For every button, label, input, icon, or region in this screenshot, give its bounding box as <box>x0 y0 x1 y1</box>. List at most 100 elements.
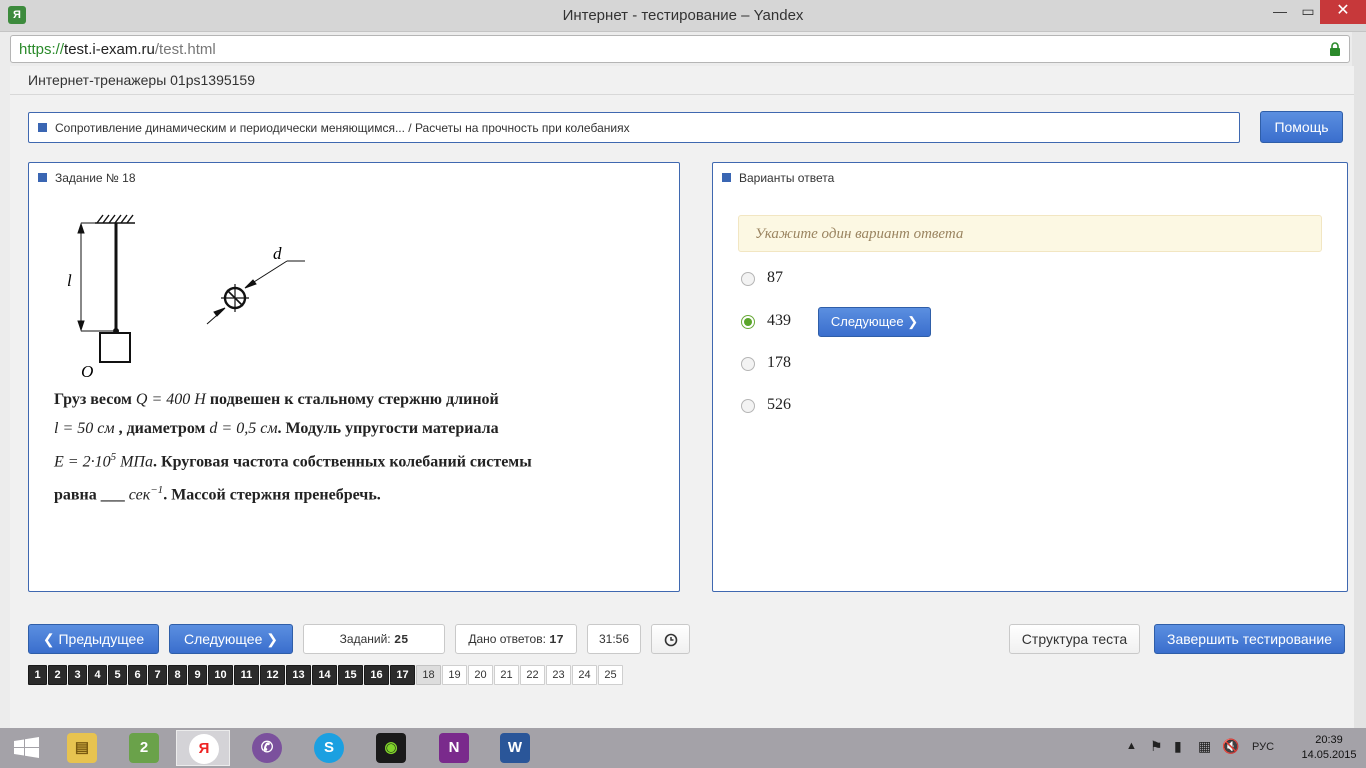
page-number-button[interactable]: 15 <box>338 665 363 685</box>
task-title: Задание № 18 <box>38 171 136 185</box>
finish-test-button[interactable]: Завершить тестирование <box>1154 624 1345 654</box>
minimize-icon[interactable]: — <box>1266 0 1294 24</box>
lock-icon <box>1330 42 1340 56</box>
square-bullet-icon <box>38 173 47 182</box>
page-number-button[interactable]: 7 <box>148 665 167 685</box>
answer-value: 526 <box>767 396 791 413</box>
network-icon[interactable]: ▦ <box>1198 738 1211 768</box>
page-number-button[interactable]: 3 <box>68 665 87 685</box>
problem-line-3: E = 2·105 МПа. Круговая частота собствен… <box>54 451 532 471</box>
page-number-button[interactable]: 23 <box>546 665 571 685</box>
window-title: Интернет - тестирование – Yandex <box>562 7 804 24</box>
page-number-button[interactable]: 8 <box>168 665 187 685</box>
timer: 31:56 <box>587 624 641 654</box>
prev-button[interactable]: ❮ Предыдущее <box>28 624 159 654</box>
maximize-icon[interactable]: ▭ <box>1294 0 1322 24</box>
next-inline-button[interactable]: Следующее ❯ <box>818 307 931 337</box>
page-number-button[interactable]: 12 <box>260 665 285 685</box>
radio-button[interactable] <box>741 399 755 413</box>
page-number-button[interactable]: 9 <box>188 665 207 685</box>
page-number-button[interactable]: 16 <box>364 665 389 685</box>
page-number-button[interactable]: 6 <box>128 665 147 685</box>
page-number-button[interactable]: 20 <box>468 665 493 685</box>
2gis-icon[interactable]: 2 <box>117 730 171 766</box>
answer-value: 87 <box>767 269 783 286</box>
page-content: Интернет-тренажеры 01ps1395159 Сопротивл… <box>10 66 1354 728</box>
viber-icon[interactable]: ✆ <box>240 730 294 766</box>
help-button[interactable]: Помощь <box>1260 111 1343 143</box>
word-icon[interactable]: W <box>488 730 542 766</box>
skype-icon[interactable]: S <box>302 730 356 766</box>
page-number-button[interactable]: 17 <box>390 665 415 685</box>
answers-panel: Варианты ответа Укажите один вариант отв… <box>712 162 1348 592</box>
galaxy-icon[interactable]: ◉ <box>364 730 418 766</box>
clock-button[interactable] <box>651 624 690 654</box>
address-bar: https://test.i-exam.ru/test.html <box>0 32 1366 66</box>
page-number-button[interactable]: 10 <box>208 665 233 685</box>
radio-button[interactable] <box>741 357 755 371</box>
label-Q: Q <box>81 362 93 377</box>
task-panel: Задание № 18 l Q d Груз весом Q = 400 Н … <box>28 162 680 592</box>
problem-line-1: Груз весом Q = 400 Н подвешен к стальном… <box>54 391 499 408</box>
trainer-label: Интернет-тренажеры 01ps1395159 <box>28 72 256 88</box>
answers-title: Варианты ответа <box>722 171 834 185</box>
page-number-button[interactable]: 5 <box>108 665 127 685</box>
page-number-button[interactable]: 11 <box>234 665 259 685</box>
url-input[interactable]: https://test.i-exam.ru/test.html <box>10 35 1350 63</box>
test-structure-button[interactable]: Структура теста <box>1009 624 1140 654</box>
close-icon[interactable]: ✕ <box>1320 0 1366 24</box>
chevron-left-icon: ❮ <box>42 631 55 647</box>
next-button[interactable]: Следующее ❯ <box>169 624 293 654</box>
page-number-button[interactable]: 4 <box>88 665 107 685</box>
problem-line-2: l = 50 см , диаметром d = 0,5 см. Модуль… <box>54 420 499 437</box>
task-figure: l Q d <box>67 214 305 377</box>
tray-chevron-up-icon[interactable]: ▲ <box>1126 740 1137 768</box>
page-scrollbar[interactable] <box>1352 32 1366 732</box>
page-number-button[interactable]: 25 <box>598 665 623 685</box>
breadcrumb: Сопротивление динамическим и периодическ… <box>28 112 1240 143</box>
chevron-right-icon: ❯ <box>266 631 278 647</box>
tasks-count: Заданий: 25 <box>303 624 445 654</box>
divider <box>10 94 1354 95</box>
page-number-button[interactable]: 13 <box>286 665 311 685</box>
taskbar: ▤ 2 Я ✆ S ◉ N W ▲ ⚑ ▮ ▦ 🔇 РУС 20:39 14.0… <box>0 728 1366 768</box>
page-number-button[interactable]: 2 <box>48 665 67 685</box>
window-titlebar: Я Интернет - тестирование – Yandex — ▭ ✕ <box>0 0 1366 32</box>
power-icon[interactable]: ▮ <box>1174 738 1182 768</box>
label-d: d <box>273 244 282 263</box>
page-number-button[interactable]: 24 <box>572 665 597 685</box>
clock-date: 14.05.2015 <box>1301 749 1357 761</box>
clock-icon <box>664 633 677 647</box>
clock-time: 20:39 <box>1315 734 1343 746</box>
page-number-button[interactable]: 1 <box>28 665 47 685</box>
radio-button-selected[interactable] <box>741 315 755 329</box>
page-number-button[interactable]: 19 <box>442 665 467 685</box>
answer-value: 178 <box>767 354 791 371</box>
file-explorer-icon[interactable]: ▤ <box>55 730 109 766</box>
chevron-right-icon: ❯ <box>907 314 919 329</box>
flag-icon[interactable]: ⚑ <box>1150 738 1163 768</box>
square-bullet-icon <box>38 123 47 132</box>
volume-muted-icon[interactable]: 🔇 <box>1222 738 1239 768</box>
answer-value: 439 <box>767 312 791 329</box>
yandex-browser-icon[interactable]: Я <box>176 730 230 766</box>
page-number-button[interactable]: 22 <box>520 665 545 685</box>
url-text[interactable]: https://test.i-exam.ru/test.html <box>19 41 216 58</box>
language-indicator[interactable]: РУС <box>1252 741 1274 768</box>
windows-start-icon[interactable] <box>0 730 54 766</box>
length-dimension <box>77 222 113 332</box>
answer-hint: Укажите один вариант ответа <box>738 215 1322 252</box>
page-number-button[interactable]: 18 <box>416 665 441 685</box>
answered-count: Дано ответов: 17 <box>455 624 577 654</box>
square-bullet-icon <box>722 173 731 182</box>
problem-line-4: равна ___ сек−1. Массой стержня пренебре… <box>54 484 381 504</box>
onenote-icon[interactable]: N <box>427 730 481 766</box>
breadcrumb-text: Сопротивление динамическим и периодическ… <box>55 121 630 135</box>
page-number-button[interactable]: 21 <box>494 665 519 685</box>
ceiling-hatch <box>95 214 135 224</box>
weight-box <box>99 332 131 363</box>
page-number-button[interactable]: 14 <box>312 665 337 685</box>
clock[interactable]: 20:39 14.05.2015 <box>1296 733 1362 763</box>
radio-button[interactable] <box>741 272 755 286</box>
problem-text: Груз весом Q = 400 Н подвешен к стальном… <box>54 385 654 510</box>
